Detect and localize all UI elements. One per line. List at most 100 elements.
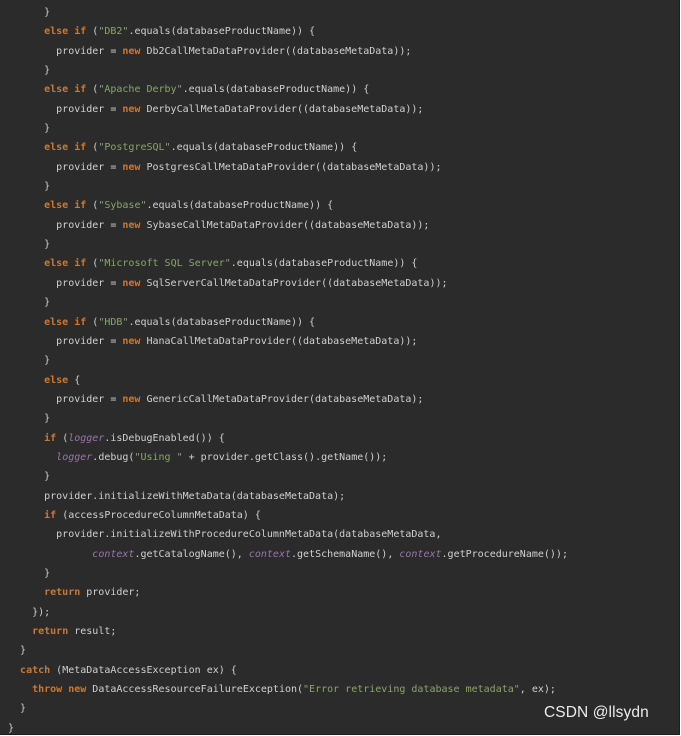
code-token-pln: DerbyCallMetaDataProvider((databaseMetaD… (140, 103, 424, 115)
code-token-pln: ( (86, 200, 99, 212)
code-token-pln (8, 549, 92, 560)
code-line: } (8, 177, 679, 196)
code-line: else { (8, 371, 679, 390)
code-token-pln (8, 626, 32, 637)
code-token-pln: (MetaDataAccessException ex) { (50, 664, 237, 676)
code-line: provider.initializeWithMetaData(database… (8, 487, 679, 506)
code-token-pln: } (8, 181, 51, 193)
code-token-pln (8, 142, 44, 153)
code-token-pln: provider = (8, 219, 123, 231)
code-line: else if ("DB2".equals(databaseProductNam… (8, 22, 679, 41)
code-line: return result; (8, 622, 679, 641)
code-token-pln: provider; (80, 587, 141, 599)
code-token-pln: provider = (8, 335, 123, 347)
code-token-pln (8, 317, 44, 328)
code-token-pln (8, 258, 44, 269)
code-line: provider = new GenericCallMetaDataProvid… (8, 390, 679, 409)
code-token-kw: else if (44, 200, 87, 212)
code-line: else if ("HDB".equals(databaseProductNam… (8, 313, 679, 332)
code-token-pln: .getCatalogName(), (134, 548, 249, 560)
code-token-pln: } (8, 413, 51, 425)
code-token-kw: else (44, 374, 69, 386)
code-token-pln: ( (86, 26, 99, 38)
code-token-pln: ( (56, 432, 69, 444)
code-token-pln: + provider.getClass().getName()); (182, 451, 388, 463)
code-token-fld: logger (56, 451, 93, 463)
code-token-kw: return (44, 587, 81, 599)
code-token-pln: HanaCallMetaDataProvider((databaseMetaDa… (140, 335, 418, 347)
code-line: throw new DataAccessResourceFailureExcep… (8, 680, 679, 699)
code-token-pln (8, 587, 44, 598)
code-token-str: "Sybase" (98, 200, 147, 212)
code-token-kw: else if (44, 258, 87, 270)
code-token-kw: return (32, 626, 69, 637)
code-token-pln: .equals(databaseProductName)) { (230, 258, 418, 270)
code-token-kw: if (44, 509, 57, 521)
code-line: provider = new SybaseCallMetaDataProvide… (8, 216, 679, 235)
code-token-pln: ( (86, 142, 99, 154)
code-token-pln: provider.initializeWithMetaData(database… (8, 490, 346, 502)
code-token-pln: } (8, 65, 51, 77)
code-line: } (8, 119, 679, 138)
code-token-pln: GenericCallMetaDataProvider(databaseMeta… (140, 393, 424, 405)
code-token-pln: provider = (8, 277, 123, 289)
code-line: if (logger.isDebugEnabled()) { (8, 429, 679, 448)
csdn-watermark: CSDN @llsydn (544, 704, 649, 721)
code-token-str: "Apache Derby" (98, 84, 183, 96)
code-token-kw: throw new (32, 684, 87, 696)
code-line: return provider; (8, 583, 679, 602)
code-token-kw: else if (44, 142, 87, 154)
code-token-pln: .equals(databaseProductName)) { (128, 316, 316, 328)
code-line: context.getCatalogName(), context.getSch… (8, 545, 679, 564)
code-token-pln (8, 200, 44, 211)
code-token-kw: new (122, 219, 141, 231)
code-line: logger.debug("Using " + provider.getClas… (8, 448, 679, 467)
code-line: } (8, 467, 679, 486)
code-editor-panel: } else if ("DB2".equals(databaseProductN… (0, 0, 680, 735)
code-token-pln: provider = (8, 45, 123, 57)
code-line: provider.initializeWithProcedureColumnMe… (8, 525, 679, 544)
code-line: } (8, 351, 679, 370)
code-line: } (8, 409, 679, 428)
code-token-pln: } (8, 123, 51, 135)
code-token-fld: context (92, 548, 135, 560)
code-line: } (8, 61, 679, 80)
code-token-str: "DB2" (98, 26, 129, 38)
code-line: } (8, 293, 679, 312)
code-token-pln: provider = (8, 161, 123, 173)
code-token-kw: else if (44, 84, 87, 96)
code-line: } (8, 3, 679, 22)
code-line: } (8, 641, 679, 660)
code-token-str: "PostgreSQL" (98, 142, 171, 154)
code-token-pln: ( (86, 84, 99, 96)
code-token-str: "Microsoft SQL Server" (98, 258, 231, 270)
code-token-kw: new (122, 393, 141, 405)
code-token-pln: .equals(databaseProductName)) { (128, 26, 316, 38)
code-line: }); (8, 603, 679, 622)
code-token-pln: .getProcedureName()); (441, 548, 568, 560)
code-token-kw: new (122, 103, 141, 115)
code-line: catch (MetaDataAccessException ex) { (8, 661, 679, 680)
code-token-pln: } (8, 239, 51, 251)
code-token-pln: provider = (8, 103, 123, 115)
code-token-pln: } (8, 645, 27, 657)
code-token-pln (8, 433, 44, 444)
code-token-pln: .equals(databaseProductName)) { (146, 200, 334, 212)
code-line: provider = new Db2CallMetaDataProvider((… (8, 42, 679, 61)
code-line: provider = new HanaCallMetaDataProvider(… (8, 332, 679, 351)
code-line: provider = new SqlServerCallMetaDataProv… (8, 274, 679, 293)
code-token-fld: context (399, 548, 442, 560)
code-line: } (8, 235, 679, 254)
code-token-pln: } (8, 471, 51, 483)
code-token-pln: SqlServerCallMetaDataProvider((databaseM… (140, 277, 448, 289)
code-token-pln: } (8, 567, 51, 579)
code-token-pln: .isDebugEnabled()) { (104, 432, 225, 444)
code-line: else if ("Apache Derby".equals(databaseP… (8, 80, 679, 99)
code-line: else if ("Sybase".equals(databaseProduct… (8, 196, 679, 215)
code-token-pln: { (68, 374, 81, 386)
code-token-pln: }); (8, 606, 51, 618)
code-token-pln (8, 452, 56, 463)
code-token-kw: new (122, 45, 141, 57)
code-token-pln (8, 84, 44, 95)
code-line: } (8, 564, 679, 583)
